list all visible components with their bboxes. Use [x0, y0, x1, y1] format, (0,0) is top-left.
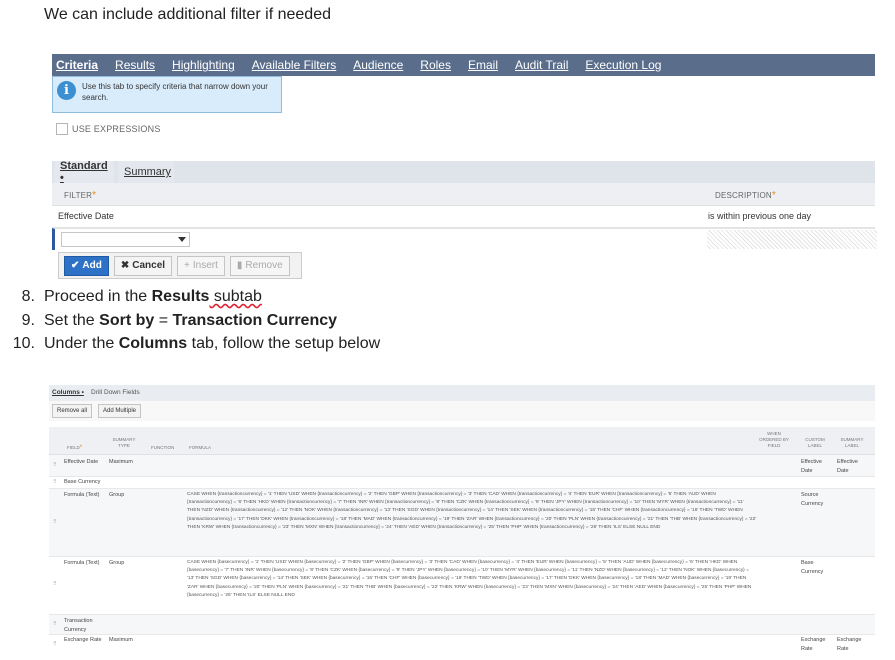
- filter-column-header: FILTER*: [64, 190, 97, 201]
- subtab-summary[interactable]: Summary: [118, 161, 174, 183]
- drag-handle-icon[interactable]: ⠿: [53, 519, 57, 525]
- description-disabled-cell: [707, 230, 877, 249]
- field-cell: Formula (Text): [64, 492, 100, 498]
- custom-label-cell: Effective Date: [801, 459, 822, 474]
- summary-label-cell: Exchange Rate: [837, 637, 862, 652]
- drag-handle-icon[interactable]: ⠿: [53, 621, 57, 627]
- drag-handle-icon[interactable]: ⠿: [53, 641, 57, 647]
- criteria-row[interactable]: Effective Date is within previous one da…: [52, 206, 875, 228]
- drag-handle-icon[interactable]: ⠿: [53, 479, 57, 485]
- tab-roles[interactable]: Roles: [420, 58, 451, 72]
- table-row[interactable]: ⠿ Formula (Text) Group CASE WHEN {transa…: [49, 489, 875, 557]
- field-cell: Exchange Rate: [64, 637, 102, 643]
- columns-header-row: FIELD* SUMMARY TYPE FUNCTION FORMULA WHE…: [49, 427, 875, 455]
- step-text: Proceed in the Results subtab: [44, 288, 262, 305]
- field-cell: Formula (Text): [64, 560, 100, 566]
- function-column-header: FUNCTION: [151, 445, 175, 450]
- tab-columns[interactable]: Columns •: [52, 389, 84, 396]
- criteria-subtab-bar: Standard • Summary: [52, 160, 875, 184]
- criteria-screenshot: Criteria Results Highlighting Available …: [52, 54, 877, 284]
- field-cell: Transaction Currency: [64, 618, 93, 633]
- tab-audit-trail[interactable]: Audit Trail: [515, 58, 568, 72]
- summary-type-cell: Group: [109, 560, 125, 566]
- tab-highlighting[interactable]: Highlighting: [172, 58, 235, 72]
- drag-handle-icon[interactable]: ⠿: [53, 462, 57, 468]
- step-text: Under the Columns tab, follow the setup …: [44, 335, 381, 352]
- info-tooltip: i Use this tab to specify criteria that …: [52, 76, 282, 113]
- tab-audience[interactable]: Audience: [353, 58, 403, 72]
- custom-label-cell: Exchange Rate: [801, 637, 826, 652]
- summary-type-cell: Maximum: [109, 637, 133, 643]
- step-number: 9.: [21, 311, 35, 329]
- columns-subtab-bar: Columns • Drill Down Fields: [49, 385, 875, 401]
- subtab-standard[interactable]: Standard •: [54, 160, 114, 184]
- use-expressions-toggle[interactable]: USE EXPRESSIONS: [56, 123, 161, 135]
- table-row[interactable]: ⠿ Effective Date Maximum Effective Date …: [49, 455, 875, 477]
- info-icon: i: [57, 81, 76, 100]
- use-expressions-label: USE EXPRESSIONS: [72, 124, 161, 134]
- step-number: 10.: [12, 335, 35, 352]
- use-expressions-checkbox[interactable]: [56, 123, 68, 135]
- filter-select[interactable]: [61, 232, 190, 247]
- step-item: 8. Proceed in the Results subtab: [0, 288, 895, 312]
- field-cell: Base Currency: [64, 479, 101, 485]
- summary-type-cell: Group: [109, 492, 125, 498]
- check-icon: ✔: [71, 260, 80, 271]
- tab-results[interactable]: Results: [115, 58, 155, 72]
- table-row[interactable]: ⠿ Exchange Rate Maximum Exchange Rate Ex…: [49, 635, 875, 655]
- criteria-header-row: FILTER* DESCRIPTION*: [52, 183, 875, 206]
- plus-icon: +: [184, 260, 190, 271]
- summary-type-cell: Maximum: [109, 459, 133, 465]
- row-action-bar: ✔ Add ✖ Cancel + Insert ▮ Remove: [58, 252, 302, 279]
- table-row[interactable]: ⠿ Base Currency: [49, 477, 875, 489]
- custom-label-cell: Source Currency: [801, 492, 824, 507]
- description-column-header: DESCRIPTION*: [715, 190, 776, 201]
- cancel-button[interactable]: ✖ Cancel: [113, 255, 173, 276]
- formula-column-header: FORMULA: [189, 445, 212, 450]
- tab-available-filters[interactable]: Available Filters: [252, 58, 336, 72]
- description-cell: is within previous one day: [708, 211, 812, 221]
- filter-cell: Effective Date: [58, 211, 114, 221]
- remove-button[interactable]: ▮ Remove: [229, 255, 290, 276]
- formula-cell: CASE WHEN {basecurrency} = '1' THEN 'USD…: [187, 560, 752, 598]
- chevron-down-icon: [178, 237, 186, 242]
- table-row[interactable]: ⠿ Formula (Text) Group CASE WHEN {basecu…: [49, 557, 875, 615]
- columns-button-row: Remove all Add Multiple: [49, 401, 875, 421]
- field-column-header: FIELD*: [67, 445, 83, 451]
- formula-cell: CASE WHEN {transactioncurrency} = '1' TH…: [187, 492, 757, 530]
- new-criteria-row[interactable]: [52, 228, 877, 250]
- tab-drill-down-fields[interactable]: Drill Down Fields: [91, 389, 140, 396]
- step-item: 9. Set the Sort by = Transaction Currenc…: [0, 312, 895, 336]
- custom-label-column-header: CUSTOM LABEL: [805, 437, 825, 448]
- summary-label-cell: Effective Date: [837, 459, 858, 474]
- add-button[interactable]: ✔ Add: [64, 255, 109, 276]
- drag-handle-icon[interactable]: ⠿: [53, 581, 57, 587]
- instruction-steps: 8. Proceed in the Results subtab 9. Set …: [0, 288, 895, 359]
- tab-email[interactable]: Email: [468, 58, 498, 72]
- tab-execution-log[interactable]: Execution Log: [585, 58, 661, 72]
- info-text: Use this tab to specify criteria that na…: [82, 82, 268, 102]
- tab-criteria[interactable]: Criteria: [56, 58, 98, 72]
- step-item: 10. Under the Columns tab, follow the se…: [0, 335, 895, 359]
- field-cell: Effective Date: [64, 459, 99, 465]
- main-tab-bar: Criteria Results Highlighting Available …: [52, 54, 875, 76]
- close-icon: ✖: [120, 260, 130, 271]
- add-multiple-button[interactable]: Add Multiple: [98, 404, 142, 418]
- insert-button[interactable]: + Insert: [177, 255, 225, 276]
- summary-label-column-header: SUMMARY LABEL: [840, 437, 864, 448]
- remove-all-button[interactable]: Remove all: [52, 404, 93, 418]
- intro-text: We can include additional filter if need…: [44, 6, 331, 23]
- trash-icon: ▮: [236, 260, 243, 271]
- custom-label-cell: Base Currency: [801, 560, 824, 575]
- table-row[interactable]: ⠿ Transaction Currency: [49, 615, 875, 635]
- step-text: Set the Sort by = Transaction Currency: [44, 311, 338, 329]
- summary-type-column-header: SUMMARY TYPE: [112, 437, 136, 448]
- columns-screenshot: Columns • Drill Down Fields Remove all A…: [49, 385, 875, 655]
- when-ordered-column-header: WHEN ORDERED BY FIELD: [759, 431, 789, 448]
- step-number: 8.: [21, 288, 35, 305]
